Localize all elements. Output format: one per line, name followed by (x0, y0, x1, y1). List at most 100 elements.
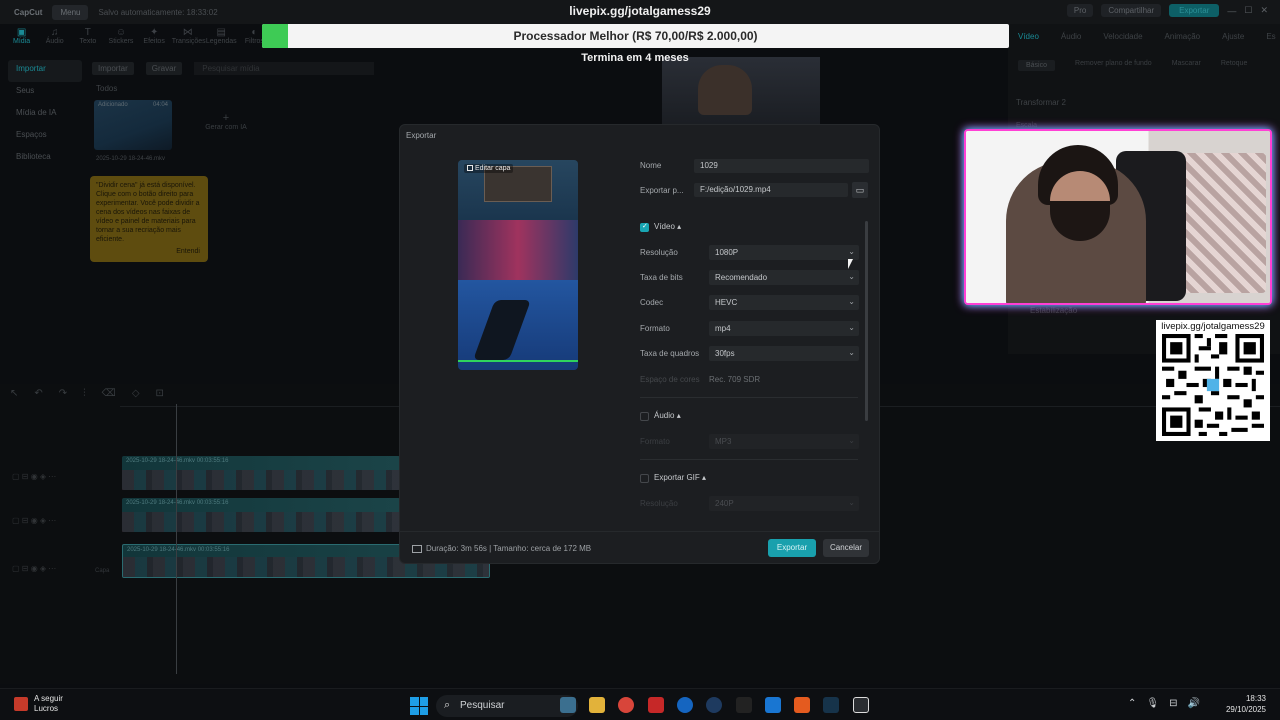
playhead[interactable] (176, 404, 177, 674)
sidebar-item-import[interactable]: Importar (8, 60, 82, 82)
name-input[interactable]: 1029 (694, 159, 869, 173)
audio-section-toggle[interactable]: Áudio ▴ (654, 411, 681, 420)
tab-audio-props[interactable]: Áudio (1061, 32, 1081, 41)
record-button[interactable]: Gravar (145, 61, 183, 75)
tab-animation[interactable]: Animação (1165, 32, 1201, 41)
gif-checkbox[interactable] (640, 474, 649, 483)
export-path-input[interactable]: F:/edição/1029.mp4 (694, 183, 848, 197)
file-explorer-icon[interactable] (589, 697, 605, 713)
tab-video[interactable]: Vídeo (1018, 32, 1039, 41)
tab-stickers[interactable]: ☺ Stickers (105, 24, 136, 52)
subtab-remove-bg[interactable]: Remover plano de fundo (1075, 60, 1152, 71)
top-right-actions: Pro Compartilhar Exportar — ☐ ✕ (1066, 4, 1268, 17)
task-view-icon[interactable] (560, 697, 576, 713)
menu-button[interactable]: Menu (52, 4, 89, 20)
properties-tabs: Vídeo Áudio Velocidade Animação Ajuste E… (1008, 32, 1276, 41)
redo-icon[interactable]: ↷ (59, 388, 67, 399)
stabilize-label[interactable]: Estabilização (1030, 306, 1077, 315)
codec-select[interactable]: HEVC ⌄ (709, 295, 859, 310)
audio-checkbox[interactable] (640, 412, 649, 421)
epic-games-icon[interactable] (736, 697, 752, 713)
share-button[interactable]: Compartilhar (1101, 4, 1162, 17)
cover-label[interactable]: Capa (95, 568, 109, 574)
delete-icon[interactable]: ⌫ (102, 388, 116, 399)
export-button[interactable]: Exportar (768, 539, 816, 557)
format-select[interactable]: mp4 ⌄ (709, 321, 859, 336)
bitrate-select[interactable]: Recomendado ⌄ (709, 270, 859, 285)
filter-all[interactable]: Todos (96, 84, 117, 93)
tab-media[interactable]: ▣ Mídia (6, 24, 37, 52)
subtab-basic[interactable]: Básico (1018, 60, 1056, 71)
import-button[interactable]: Importar (92, 61, 134, 75)
audio-format-label: Formato (640, 437, 670, 446)
pro-button[interactable]: Pro (1066, 4, 1094, 17)
tab-transitions[interactable]: ⋈ Transições (172, 24, 206, 52)
dialog-scrollbar[interactable] (865, 221, 868, 421)
select-tool-icon[interactable]: ↖ (10, 388, 18, 399)
video-track-2[interactable]: 2025-10-29 18-24-46.mkv 00:03:55:16 (122, 498, 400, 532)
cover-preview[interactable]: Editar capa (458, 160, 578, 370)
video-section-toggle[interactable]: Vídeo ▴ (654, 222, 681, 231)
video-track-1[interactable]: 2025-10-29 18-24-46.mkv 00:03:55:16 (122, 456, 400, 490)
sidebar-item-ai-media[interactable]: Mídia de IA (8, 104, 82, 126)
clock[interactable]: 18:33 29/10/2025 (1226, 693, 1266, 715)
track-controls[interactable]: ▢ ⊟ ◉ ◈ ⋯ (12, 516, 56, 525)
app-icon[interactable] (765, 697, 781, 713)
folder-icon[interactable]: ▭ (852, 182, 868, 198)
close-icon[interactable]: ✕ (1260, 5, 1268, 16)
app-icon[interactable] (794, 697, 810, 713)
split-icon[interactable]: ⫶ (83, 388, 86, 399)
chevron-up-icon[interactable]: ⌃ (1128, 698, 1136, 709)
tab-audio[interactable]: ♫ Áudio (39, 24, 70, 52)
track-controls[interactable]: ▢ ⊟ ◉ ◈ ⋯ (12, 564, 56, 573)
edit-icon (467, 165, 473, 172)
subtab-mask[interactable]: Mascarar (1172, 60, 1201, 71)
generate-ai-card[interactable]: + Gerar com IA (190, 100, 262, 150)
tab-effects[interactable]: ✦ Efeitos (139, 24, 170, 52)
sidebar-item-yours[interactable]: Seus (8, 82, 82, 104)
tab-captions[interactable]: ▤ Legendas (206, 24, 237, 52)
resolution-select[interactable]: 1080P ⌄ (709, 245, 859, 260)
track-controls[interactable]: ▢ ⊟ ◉ ◈ ⋯ (12, 472, 56, 481)
transform-heading[interactable]: Transformar 2 (1016, 98, 1066, 107)
cancel-button[interactable]: Cancelar (823, 539, 869, 557)
tooltip-ok-button[interactable]: Entendi (176, 247, 200, 256)
export-top-button[interactable]: Exportar (1169, 4, 1220, 17)
microphone-icon[interactable]: 🎙 (1146, 698, 1159, 709)
crop-icon[interactable]: ⊡ (156, 388, 164, 399)
tab-adjust[interactable]: Ajuste (1222, 32, 1244, 41)
sidebar-item-library[interactable]: Biblioteca (8, 148, 82, 170)
transition-icon: ⋈ (182, 27, 193, 38)
capcut-icon[interactable] (853, 697, 869, 713)
media-toolbar: Importar Gravar Pesquisar mídia (92, 60, 375, 76)
app-icon[interactable] (677, 697, 693, 713)
app-icon[interactable] (706, 697, 722, 713)
tooltip-text: "Dividir cena" já está disponível. Cliqu… (96, 182, 200, 243)
tab-speed[interactable]: Velocidade (1103, 32, 1142, 41)
windows-start-icon[interactable] (410, 697, 428, 715)
fps-select[interactable]: 30fps ⌄ (709, 346, 859, 361)
edit-cover-button[interactable]: Editar capa (464, 164, 514, 173)
added-badge: Adicionado (98, 102, 128, 108)
minimize-icon[interactable]: — (1227, 6, 1236, 16)
gif-section-toggle[interactable]: Exportar GIF ▴ (654, 473, 706, 482)
shield-icon[interactable]: ◇ (132, 388, 140, 399)
maximize-icon[interactable]: ☐ (1244, 5, 1252, 16)
taskbar-search[interactable]: ⌕ Pesquisar (436, 695, 578, 717)
tool-tabs: ▣ Mídia ♫ Áudio T Texto ☺ Stickers ✦ Efeitos … (0, 24, 270, 52)
tab-more[interactable]: Es (1266, 32, 1275, 41)
tab-text[interactable]: T Texto (72, 24, 103, 52)
undo-icon[interactable]: ↶ (34, 388, 42, 399)
media-thumbnail[interactable]: Adicionado 04:04 (94, 100, 172, 150)
network-icon[interactable]: ⊟ (1169, 698, 1177, 709)
video-checkbox[interactable] (640, 222, 649, 232)
sidebar-item-spaces[interactable]: Espaços (8, 126, 82, 148)
livestream-app-icon[interactable] (648, 697, 664, 713)
media-search-input[interactable]: Pesquisar mídia (194, 61, 375, 75)
goal-text: Processador Melhor (R$ 70,00/R$ 2.000,00… (513, 29, 758, 43)
subtab-retouch[interactable]: Retoque (1221, 60, 1247, 71)
widget-news[interactable]: A seguir Lucros (14, 694, 63, 714)
steam-icon[interactable] (823, 697, 839, 713)
volume-icon[interactable]: 🔊 (1187, 698, 1199, 709)
chrome-icon[interactable] (618, 697, 634, 713)
